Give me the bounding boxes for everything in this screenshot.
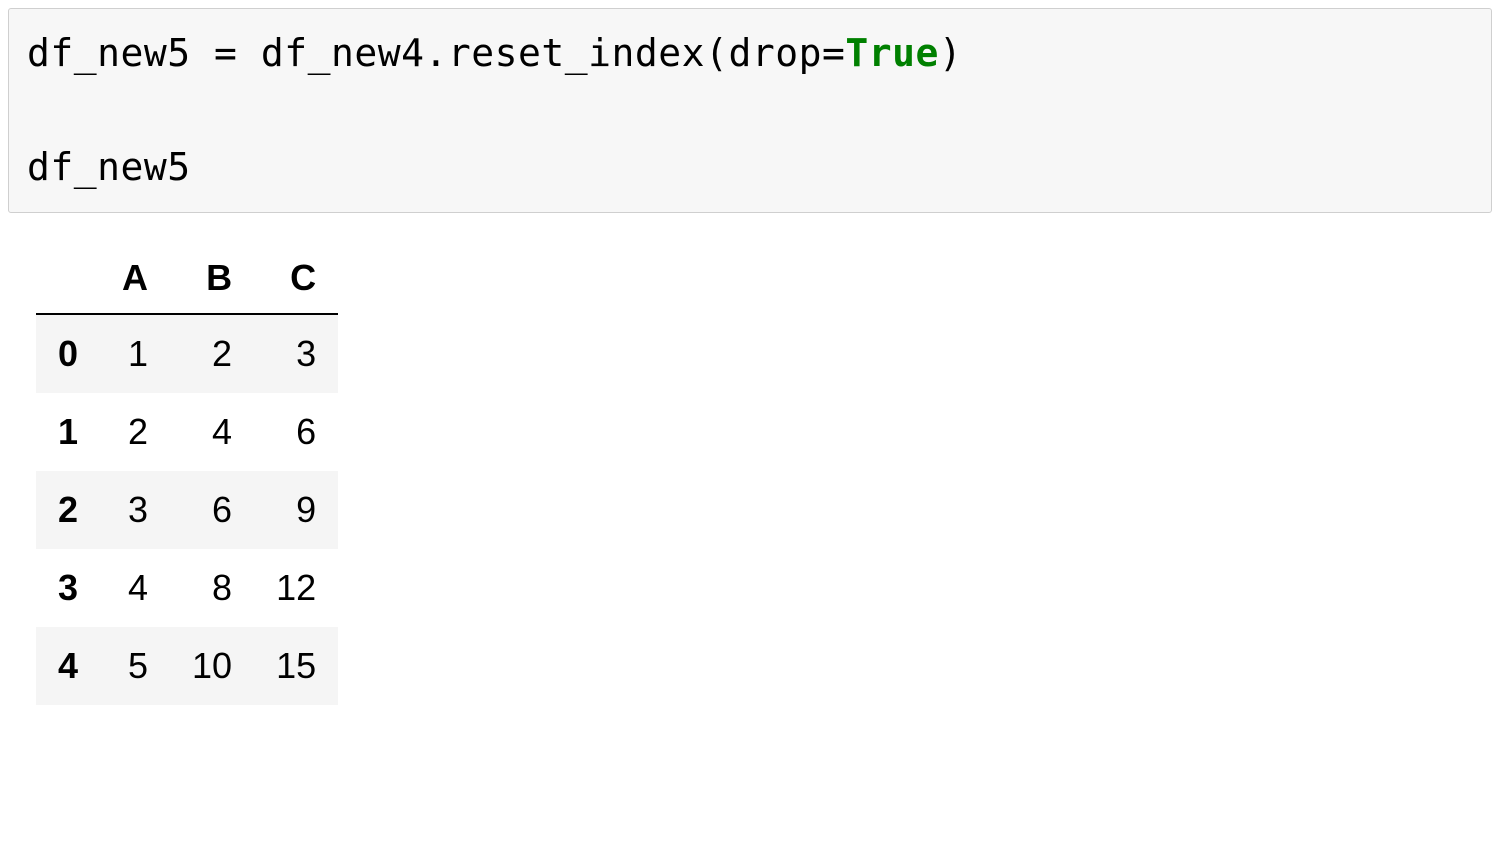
code-kwarg-value: True — [845, 31, 939, 75]
table-cell: 8 — [170, 549, 254, 627]
dataframe-table: A B C 0 1 2 3 1 2 4 6 2 3 6 9 — [36, 243, 338, 705]
table-row: 3 4 8 12 — [36, 549, 338, 627]
code-line-1: df_new5 = df_new4.reset_index(drop=True) — [27, 31, 962, 75]
table-cell: 6 — [254, 393, 338, 471]
code-paren-open: ( — [705, 31, 728, 75]
output-area: A B C 0 1 2 3 1 2 4 6 2 3 6 9 — [0, 213, 1500, 705]
table-row-index: 2 — [36, 471, 100, 549]
table-row-index: 3 — [36, 549, 100, 627]
code-line-2: df_new5 — [27, 145, 191, 189]
code-assign-operator: = — [214, 31, 237, 75]
table-header: A B C — [36, 243, 338, 314]
table-cell: 1 — [100, 314, 170, 393]
table-cell: 4 — [100, 549, 170, 627]
table-cell: 2 — [100, 393, 170, 471]
table-row: 4 5 10 15 — [36, 627, 338, 705]
table-row: 2 3 6 9 — [36, 471, 338, 549]
table-body: 0 1 2 3 1 2 4 6 2 3 6 9 3 4 8 12 — [36, 314, 338, 705]
table-cell: 12 — [254, 549, 338, 627]
code-kwarg-name: drop — [728, 31, 822, 75]
table-cell: 3 — [100, 471, 170, 549]
table-cell: 6 — [170, 471, 254, 549]
table-column-header: C — [254, 243, 338, 314]
code-kwarg-equals: = — [822, 31, 845, 75]
code-method-name: reset_index — [448, 31, 705, 75]
table-cell: 4 — [170, 393, 254, 471]
table-cell: 3 — [254, 314, 338, 393]
table-cell: 5 — [100, 627, 170, 705]
code-var-target: df_new5 — [27, 31, 191, 75]
table-header-blank — [36, 243, 100, 314]
table-cell: 10 — [170, 627, 254, 705]
code-dot: . — [424, 31, 447, 75]
table-column-header: B — [170, 243, 254, 314]
table-row-index: 4 — [36, 627, 100, 705]
code-paren-close: ) — [939, 31, 962, 75]
table-row-index: 0 — [36, 314, 100, 393]
table-cell: 9 — [254, 471, 338, 549]
code-input-cell[interactable]: df_new5 = df_new4.reset_index(drop=True)… — [8, 8, 1492, 213]
table-column-header: A — [100, 243, 170, 314]
table-row: 1 2 4 6 — [36, 393, 338, 471]
table-row-index: 1 — [36, 393, 100, 471]
code-var-source: df_new4 — [261, 31, 425, 75]
table-row: 0 1 2 3 — [36, 314, 338, 393]
table-cell: 2 — [170, 314, 254, 393]
table-cell: 15 — [254, 627, 338, 705]
